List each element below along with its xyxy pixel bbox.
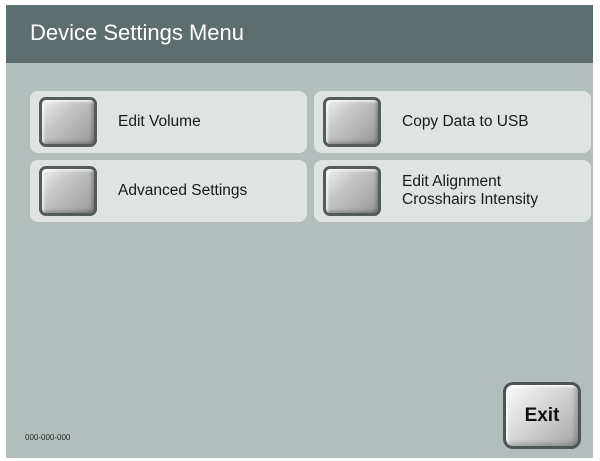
- button-square-icon[interactable]: [39, 97, 97, 147]
- exit-label: Exit: [524, 404, 560, 426]
- advanced-settings-label: Advanced Settings: [118, 182, 248, 199]
- title-bar: Device Settings Menu: [6, 5, 593, 63]
- device-code: 000-000-000: [25, 433, 71, 442]
- button-square-icon[interactable]: [323, 97, 381, 147]
- edit-volume-label: Edit Volume: [118, 113, 201, 130]
- copy-data-to-usb-button[interactable]: Copy Data to USB: [314, 91, 591, 153]
- advanced-settings-button[interactable]: Advanced Settings: [30, 160, 307, 222]
- edit-volume-button[interactable]: Edit Volume: [30, 91, 307, 153]
- edit-alignment-label: Edit Alignment Crosshairs Intensity: [402, 173, 539, 208]
- button-square-icon[interactable]: [323, 166, 381, 216]
- page-title: Device Settings Menu: [30, 20, 244, 45]
- edit-alignment-button[interactable]: Edit Alignment Crosshairs Intensity: [314, 160, 591, 222]
- copy-data-to-usb-label: Copy Data to USB: [402, 113, 529, 130]
- exit-button[interactable]: Exit: [503, 382, 581, 449]
- button-square-icon[interactable]: [39, 166, 97, 216]
- device-settings-screen: Device Settings Menu Edit Volume Copy Da…: [6, 5, 593, 458]
